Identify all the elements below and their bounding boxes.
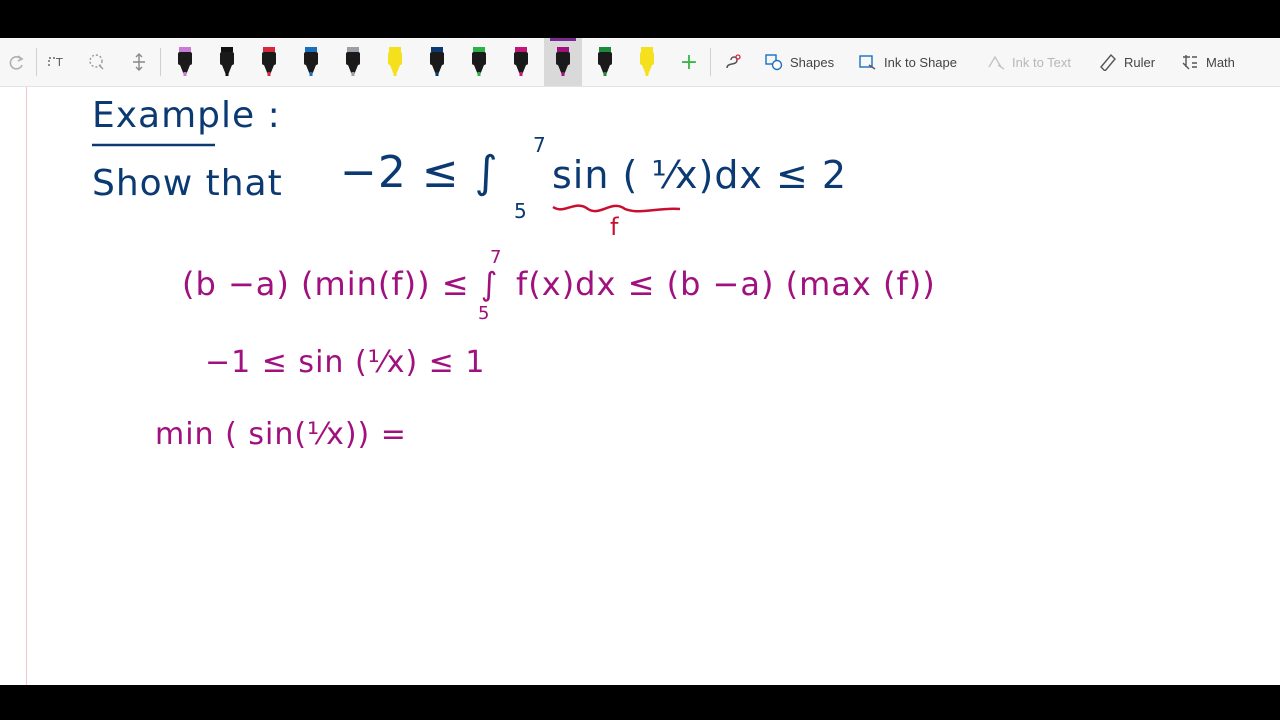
pen-purple-selected-icon[interactable] [544, 38, 582, 86]
add-space-icon[interactable] [122, 38, 156, 86]
ink-strokes [92, 143, 681, 213]
lasso-dotted-icon[interactable] [80, 38, 114, 86]
pen-gray-icon[interactable] [334, 38, 372, 86]
highlighter-yellow-2-icon[interactable] [628, 38, 666, 86]
math-icon [1182, 55, 1197, 70]
pen-darkgreen-icon[interactable] [586, 38, 624, 86]
highlighter-yellow-icon[interactable] [376, 38, 414, 86]
ink-to-text-button[interactable]: Ink to Text [980, 38, 1077, 86]
toolbar-divider [160, 48, 161, 76]
redo-icon[interactable] [0, 38, 34, 86]
ruler-label: Ruler [1124, 54, 1156, 70]
pen-magenta-icon[interactable] [502, 38, 540, 86]
pen-blue-icon[interactable] [292, 38, 330, 86]
integrand-underline [552, 204, 681, 213]
ink-to-shape-icon [859, 55, 876, 70]
ink-replay-icon[interactable] [716, 38, 750, 86]
ink-to-shape-label: Ink to Shape [884, 54, 957, 70]
pen-navy-icon[interactable] [418, 38, 456, 86]
math-label: Math [1206, 54, 1235, 70]
ink-to-text-icon [988, 55, 1005, 70]
ruler-icon [1100, 53, 1116, 71]
pen-black-icon[interactable] [208, 38, 246, 86]
toolbar-divider [710, 48, 711, 76]
shapes-icon [765, 54, 783, 71]
pen-green-icon[interactable] [460, 38, 498, 86]
toolbar-divider [36, 48, 37, 76]
ink-to-shape-button[interactable]: Ink to Shape [852, 38, 963, 86]
lasso-select-icon[interactable]: T [40, 38, 74, 86]
shapes-label: Shapes [790, 54, 835, 70]
pen-pink-icon[interactable] [166, 38, 204, 86]
add-pen-icon[interactable]: + [672, 38, 706, 86]
svg-text:T: T [55, 56, 63, 69]
math-button[interactable]: Math [1174, 38, 1241, 86]
draw-toolbar: T + Shapes Ink to Shape Ink to Text Rule… [0, 38, 1280, 87]
note-canvas[interactable]: Example : Show that −2 ≤ ∫ 7 5 sin ( ¹⁄x… [0, 87, 1280, 685]
title-bar [0, 0, 1280, 38]
pen-red-icon[interactable] [250, 38, 288, 86]
bottom-bar [0, 685, 1280, 720]
ruler-button[interactable]: Ruler [1092, 38, 1161, 86]
shapes-button[interactable]: Shapes [758, 38, 840, 86]
ink-to-text-label: Ink to Text [1012, 54, 1072, 70]
